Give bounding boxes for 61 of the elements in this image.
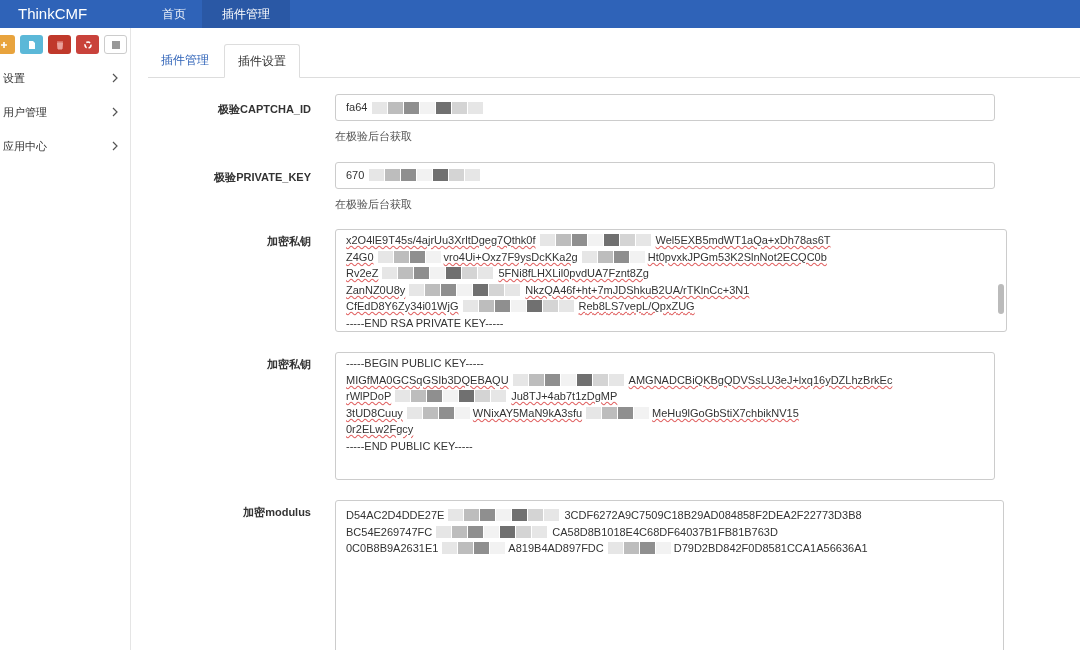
text-line: 0r2ELw2Fgcy [346,422,414,437]
recycle-icon [82,39,93,50]
text-line: vro4Ui+Oxz7F9ysDcKKa2g [443,249,578,265]
text-line: MeHu9lGoGbStiX7chbikNV15 [652,405,799,421]
text-line: D54AC2D4DDE27E [346,508,445,523]
text-line: -----BEGIN PUBLIC KEY----- [346,356,484,371]
text-line: Ht0pvxkJPGm53K2SlnNot2ECQC0b [647,249,827,265]
field-label: 极验CAPTCHA_ID [217,102,312,117]
sidebar-item[interactable]: 设置 [0,61,130,95]
text-line: MIGfMA0GCSqGSIb3DQEBAQU [346,372,509,388]
help-text: 在极验后台获取 [335,196,413,212]
text-line: Z4G0 [346,249,374,265]
input-field[interactable]: 670 [335,161,995,189]
chevron-right-icon [112,141,118,151]
toolbar-button[interactable] [20,35,43,54]
sidebar-item[interactable]: 应用中心 [0,129,130,163]
sidebar-item[interactable]: 用户管理 [0,95,130,129]
chevron-right-icon [112,107,118,117]
text-line: rWlPDoP [346,389,392,404]
textarea-field[interactable] [335,229,1007,332]
chevron-right-icon [112,73,118,83]
textarea-field[interactable]: D54AC2D4DDE27E 3CDF6272A9C7509C18B29AD084858F2DEA2F22773D3B8 BC54E269747FC CA58D8B1018E4C68DF64037B1FB81B763D 0C0B8B9A2631E1 A819B4AD897FDC D79D2BD842F0D8581CCA1A56636A1 [335,500,1004,650]
nav-link[interactable]: 插件管理 [202,0,290,28]
field-label: 极验PRIVATE_KEY [213,169,312,185]
text-line: CA58D8B1018E4C68DF64037B1FB81B763D [552,524,778,540]
text-line: WNixAY5MaN9kA3sfu [472,405,583,421]
text-line: 5FNi8fLHXLil0pvdUA7Fznt8Zg [498,266,649,281]
text-line: -----END RSA PRIVATE KEY----- [346,315,504,331]
tab[interactable]: 插件管理 [148,43,222,77]
input-field[interactable]: fa64 [335,94,995,121]
text-line: ZanNZ0U8y [346,282,406,298]
text-line: 3tUD8Cuuy [346,405,403,421]
text-line: Wel5EXB5mdWT1aQa+xDh78as6T [655,233,831,248]
file-icon [26,39,37,50]
list-button[interactable] [104,35,127,54]
tab[interactable]: 插件设置 [224,44,300,78]
help-text: 在极验后台获取 [335,129,413,144]
text-line: AMGNADCBiQKBgQDVSsLU3eJ+lxq16yDZLhzBrkEc [628,372,893,388]
trash-icon [54,39,65,50]
brand-logo-text[interactable]: ThinkCMF [18,2,88,26]
field-label: 加密私钥 [266,234,312,249]
toolbar-button[interactable] [48,35,71,54]
field-label: 加密私钥 [266,357,312,372]
text-line: Ju8TJ+4ab7t1zDgMP [511,389,618,404]
plus-icon [0,39,9,50]
text-line: NkzQA46f+ht+7mJDShkuB2UA/rTKlnCc+3N1 [525,282,750,298]
textarea-field[interactable] [335,352,995,480]
text-line: -----END PUBLIC KEY----- [346,438,473,454]
text-line: Rv2eZ [346,266,379,281]
text-line: CfEdD8Y6Zy34i01WjG [346,299,459,314]
text-line: Reb8LS7vepL/QpxZUG [578,299,695,314]
text-line: 0C0B8B9A2631E1 [346,541,439,556]
text-line: D79D2BD842F0D8581CCA1A56636A1 [673,541,868,556]
text-line: A819B4AD897FDC [508,541,604,556]
scrollbar-thumb[interactable] [998,284,1004,314]
toolbar-button[interactable] [76,35,99,54]
field-label: 加密modulus [242,505,312,520]
text-line: BC54E269747FC [346,524,433,540]
nav-link[interactable]: 首页 [146,0,202,28]
text-line: x2O4lE9T45s/4ajrUu3XrltDgeg7Qthk0f [346,233,536,248]
text-line: 3CDF6272A9C7509C18B29AD084858F2DEA2F22773D3B8 [564,508,862,523]
